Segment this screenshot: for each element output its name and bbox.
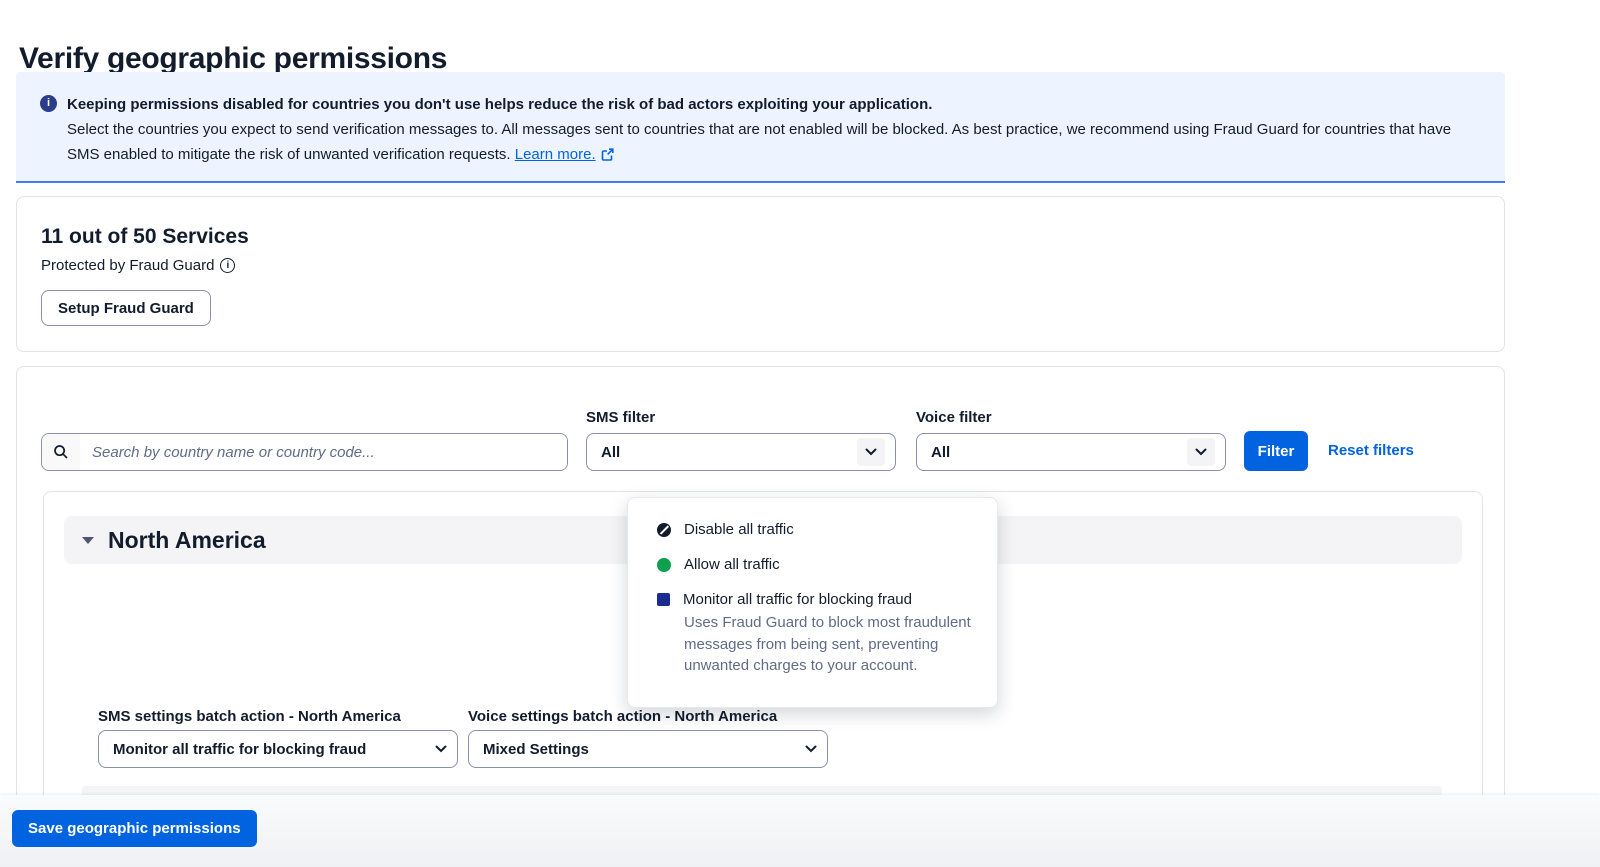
sms-filter-label: SMS filter [586,409,655,426]
sms-filter-select[interactable]: All [586,433,896,471]
sms-filter-value: All [601,444,857,461]
region-title: North America [108,527,266,554]
filter-button[interactable]: Filter [1244,431,1308,471]
sms-batch-value: Monitor all traffic for blocking fraud [113,741,435,758]
search-icon [42,434,80,470]
services-card: 11 out of 50 Services Protected by Fraud… [16,196,1505,352]
allow-traffic-icon [657,558,671,572]
setup-fraud-guard-button[interactable]: Setup Fraud Guard [41,290,211,326]
option-allow-all-traffic[interactable]: Allow all traffic [628,547,997,582]
reset-filters-link[interactable]: Reset filters [1328,442,1414,459]
chevron-down-icon [805,745,817,753]
country-search [41,433,568,471]
option-description: Uses Fraud Guard to block most fraudulen… [684,612,973,677]
disable-traffic-icon [657,523,671,537]
info-tooltip-icon[interactable]: i [220,258,235,273]
search-input[interactable] [80,434,567,470]
save-footer: Save geographic permissions [0,795,1600,867]
services-count-title: 11 out of 50 Services [41,225,1480,249]
monitor-traffic-icon [657,593,670,606]
voice-filter-label: Voice filter [916,409,992,426]
option-label: Disable all traffic [684,521,794,538]
sms-batch-label: SMS settings batch action - North Americ… [98,708,401,725]
option-monitor-all-traffic[interactable]: Monitor all traffic for blocking fraud [628,582,997,610]
chevron-down-icon [435,745,447,753]
option-disable-all-traffic[interactable]: Disable all traffic [628,512,997,547]
voice-filter-value: All [931,444,1187,461]
voice-filter-select[interactable]: All [916,433,1226,471]
voice-batch-select[interactable]: Mixed Settings [468,730,828,768]
info-icon: i [40,95,57,112]
banner-body-text: Select the countries you expect to send … [67,117,1475,167]
chevron-down-icon [857,438,885,466]
traffic-options-dropdown: Disable all traffic Allow all traffic Mo… [627,497,998,708]
sms-batch-select[interactable]: Monitor all traffic for blocking fraud [98,730,458,768]
option-label: Monitor all traffic for blocking fraud [683,591,912,608]
voice-batch-label: Voice settings batch action - North Amer… [468,708,777,725]
chevron-down-icon [1187,438,1215,466]
collapse-triangle-icon [82,537,94,544]
info-banner: i Keeping permissions disabled for count… [16,72,1505,183]
table-header: Country Voice channel [82,786,1442,795]
save-geographic-permissions-button[interactable]: Save geographic permissions [12,810,257,847]
services-subtitle: Protected by Fraud Guard [41,257,214,274]
voice-batch-value: Mixed Settings [483,741,805,758]
banner-bold-text: Keeping permissions disabled for countri… [67,92,932,117]
option-label: Allow all traffic [684,556,780,573]
banner-body-span: Select the countries you expect to send … [67,121,1451,163]
external-link-icon [601,148,614,161]
page-title: Verify geographic permissions [19,42,447,76]
learn-more-link[interactable]: Learn more. [515,146,596,163]
